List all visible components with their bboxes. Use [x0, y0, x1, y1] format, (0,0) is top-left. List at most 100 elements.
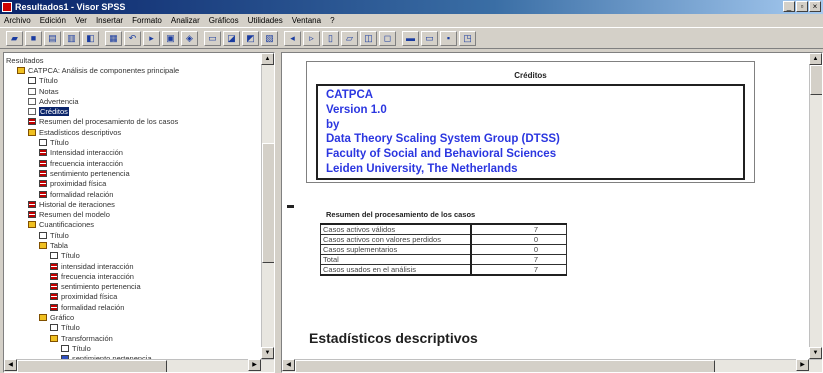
value-labels-icon[interactable]: ▧: [261, 30, 278, 46]
find-icon[interactable]: ◈: [181, 30, 198, 46]
insert-text-icon[interactable]: ▪: [440, 30, 457, 46]
window-title: Resultados1 - Visor SPSS: [15, 2, 126, 12]
menu-item[interactable]: Archivo: [4, 16, 31, 25]
book-icon: [28, 221, 36, 229]
outline-node[interactable]: Estadísticos descriptivos: [6, 127, 262, 137]
content-hscroll-thumb[interactable]: [295, 360, 715, 372]
content-vertical-scrollbar[interactable]: ▲ ▼: [809, 53, 822, 359]
print-preview-icon[interactable]: ▥: [63, 30, 80, 46]
outline-hscroll-thumb[interactable]: [17, 360, 167, 372]
expand-icon[interactable]: ▯: [322, 30, 339, 46]
scroll-right-icon[interactable]: ▶: [796, 359, 809, 371]
minimize-button[interactable]: _: [783, 1, 795, 12]
outline-node[interactable]: frecuencia interacción: [6, 271, 262, 281]
credits-block[interactable]: Créditos CATPCA Version 1.0 by Data Theory …: [306, 61, 755, 183]
outline-horizontal-scrollbar[interactable]: ◀ ▶: [4, 359, 274, 372]
table-icon: [28, 118, 36, 126]
variables-icon[interactable]: ▣: [162, 30, 179, 46]
case-summary-table[interactable]: Casos activos válidos 7 Casos activos con …: [320, 223, 567, 276]
outline-node[interactable]: Notas: [6, 86, 262, 96]
menu-item[interactable]: Utilidades: [248, 16, 283, 25]
demote-icon[interactable]: ▹: [303, 30, 320, 46]
menu-item[interactable]: ?: [330, 16, 334, 25]
scroll-left-icon[interactable]: ◀: [282, 359, 295, 371]
outline-node-label: Resumen del procesamiento de los casos: [39, 117, 179, 127]
outline-node[interactable]: Créditos: [6, 106, 262, 117]
row-value: 7: [470, 264, 567, 276]
collapse-icon[interactable]: ▱: [341, 30, 358, 46]
open-icon[interactable]: ▰: [6, 30, 23, 46]
export-icon[interactable]: ◧: [82, 30, 99, 46]
output-content-pane[interactable]: Créditos CATPCA Version 1.0 by Data Theory …: [281, 52, 823, 373]
hide-icon[interactable]: ◻: [379, 30, 396, 46]
outline-node[interactable]: frecuencia interacción: [6, 158, 262, 168]
title-bar: Resultados1 - Visor SPSS _ ▫ ×: [0, 0, 823, 14]
outline-node[interactable]: CATPCA: Análisis de componentes principa…: [6, 65, 262, 75]
outline-node-label: Título: [61, 323, 80, 333]
recall-dialog-icon[interactable]: ▦: [105, 30, 122, 46]
menu-item[interactable]: Insertar: [96, 16, 123, 25]
outline-node[interactable]: proximidad física: [6, 179, 262, 189]
menu-item[interactable]: Edición: [40, 16, 66, 25]
outline-node[interactable]: Título: [6, 251, 262, 261]
scroll-up-icon[interactable]: ▲: [809, 53, 822, 65]
outline-node[interactable]: formalidad relación: [6, 189, 262, 199]
outline-node[interactable]: sentimiento pertenencia: [6, 282, 262, 292]
outline-vertical-scrollbar[interactable]: ▲ ▼: [261, 53, 274, 359]
undo-icon[interactable]: ↶: [124, 30, 141, 46]
scroll-left-icon[interactable]: ◀: [4, 359, 17, 371]
content-scroll-thumb[interactable]: [810, 65, 822, 95]
outline-node[interactable]: Título: [6, 137, 262, 147]
goto-case-icon[interactable]: ▸: [143, 30, 160, 46]
outline-node[interactable]: Título: [6, 230, 262, 240]
outline-node[interactable]: Intensidad interacción: [6, 148, 262, 158]
outline-node-label: Gráfico: [50, 313, 75, 323]
menu-item[interactable]: Ver: [75, 16, 87, 25]
outline-node[interactable]: Resumen del modelo: [6, 209, 262, 219]
content-horizontal-scrollbar[interactable]: ◀ ▶: [282, 359, 822, 372]
outline-node[interactable]: Título: [6, 323, 262, 333]
outline-node[interactable]: Gráfico: [6, 312, 262, 322]
menu-item[interactable]: Gráficos: [209, 16, 239, 25]
restore-button[interactable]: ▫: [796, 1, 808, 12]
close-button[interactable]: ×: [809, 1, 821, 12]
promote-icon[interactable]: ◂: [284, 30, 301, 46]
outline-pane[interactable]: Resultados CATPCA: Análisis de componente…: [3, 52, 275, 373]
outline-node[interactable]: Título: [6, 343, 262, 353]
outline-node[interactable]: Título: [6, 76, 262, 86]
credits-line: Faculty of Social and Behavioral Science…: [326, 148, 557, 161]
outline-node[interactable]: Advertencia: [6, 96, 262, 106]
outline-node[interactable]: sentimiento pertenencia: [6, 168, 262, 178]
outline-node[interactable]: formalidad relación: [6, 302, 262, 312]
outline-node[interactable]: Tabla: [6, 240, 262, 250]
outline-node[interactable]: Cuantificaciones: [6, 220, 262, 230]
menu-item[interactable]: Ventana: [292, 16, 321, 25]
credits-title: Créditos: [514, 71, 547, 80]
scroll-down-icon[interactable]: ▼: [809, 347, 822, 359]
menu-item[interactable]: Analizar: [171, 16, 200, 25]
insert-title-icon[interactable]: ▭: [421, 30, 438, 46]
print-icon[interactable]: ▤: [44, 30, 61, 46]
scroll-down-icon[interactable]: ▼: [261, 347, 274, 359]
show-icon[interactable]: ◫: [360, 30, 377, 46]
scroll-up-icon[interactable]: ▲: [261, 53, 274, 65]
scroll-right-icon[interactable]: ▶: [248, 359, 261, 371]
spss-app-icon[interactable]: [2, 2, 12, 12]
outline-scroll-thumb[interactable]: [262, 143, 274, 263]
outline-node[interactable]: Resultados: [6, 55, 262, 65]
pane-splitter[interactable]: [275, 52, 280, 373]
designate-window-icon[interactable]: ◳: [459, 30, 476, 46]
save-icon[interactable]: ■: [25, 30, 42, 46]
insert-heading-icon[interactable]: ▬: [402, 30, 419, 46]
outline-node-label: frecuencia interacción: [50, 158, 123, 168]
outline-node[interactable]: Historial de iteraciones: [6, 199, 262, 209]
row-label: Casos suplementarios: [320, 244, 472, 255]
weight-cases-icon[interactable]: ◪: [223, 30, 240, 46]
outline-node[interactable]: Resumen del procesamiento de los casos: [6, 117, 262, 127]
outline-node[interactable]: Transformación: [6, 333, 262, 343]
outline-node[interactable]: proximidad física: [6, 292, 262, 302]
select-cases-icon[interactable]: ◩: [242, 30, 259, 46]
outline-node[interactable]: intensidad interacción: [6, 261, 262, 271]
insert-cases-icon[interactable]: ▭: [204, 30, 221, 46]
menu-item[interactable]: Formato: [132, 16, 162, 25]
